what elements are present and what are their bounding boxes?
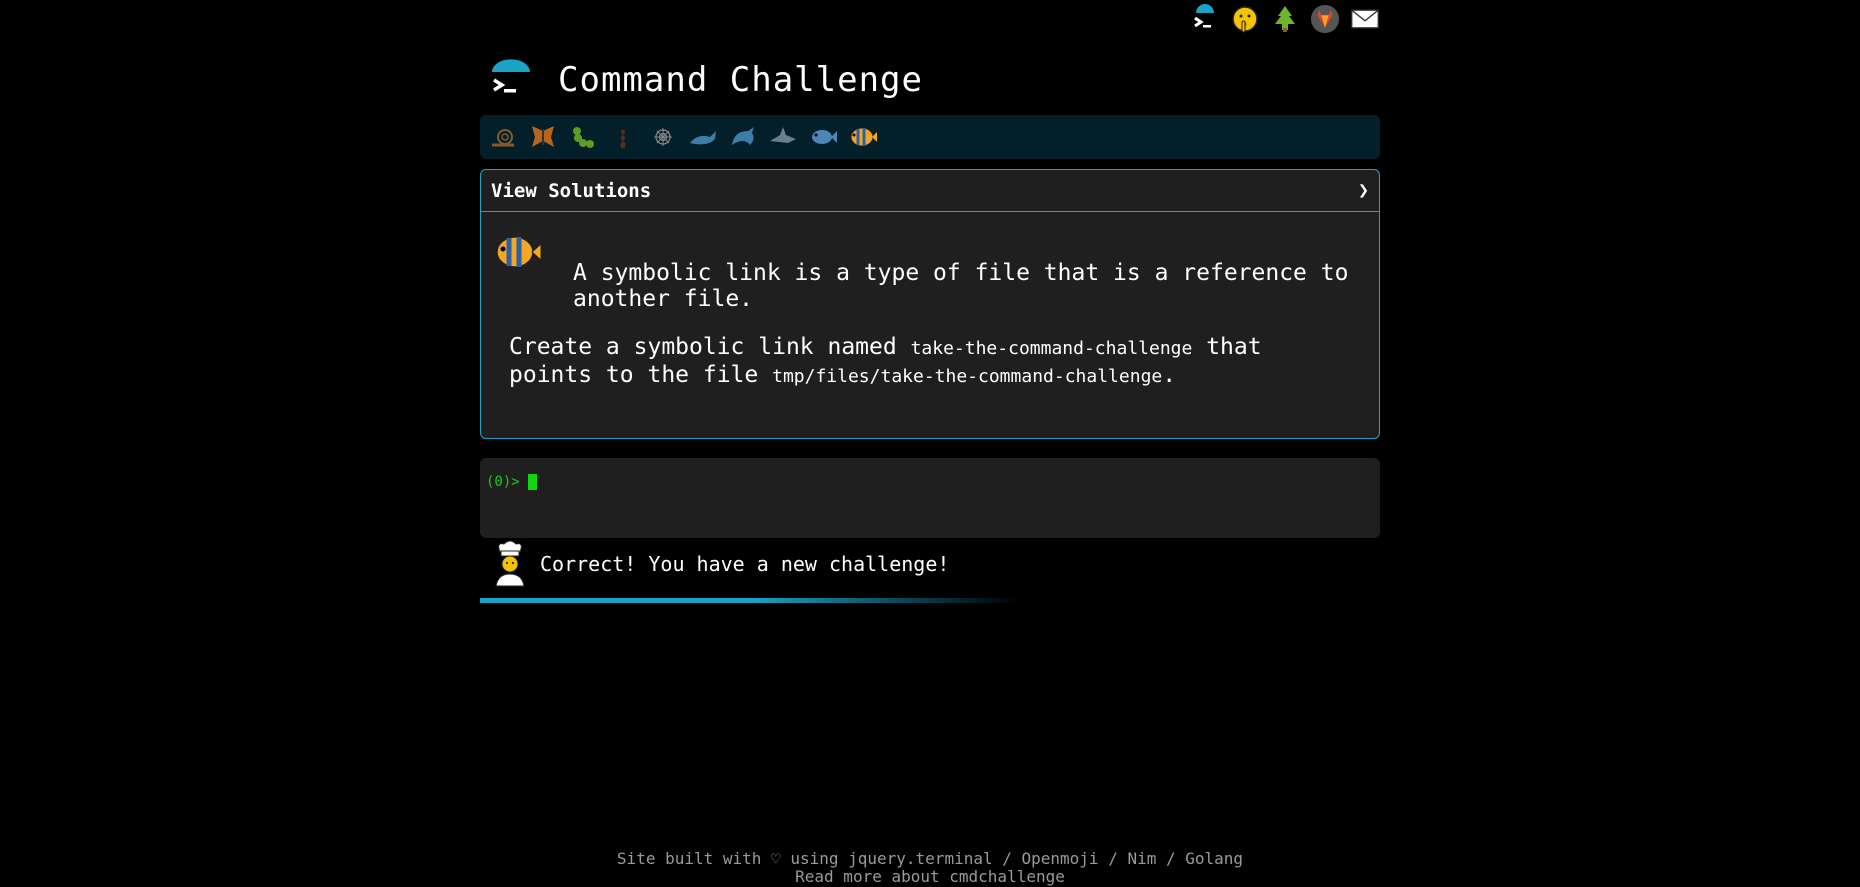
- task-prefix: Create a symbolic link named: [509, 334, 911, 360]
- chevron-right-icon: ❯: [1358, 180, 1369, 201]
- tropical-fish-icon[interactable]: [848, 122, 878, 152]
- logo-icon[interactable]: [488, 58, 532, 102]
- shushing-face-icon[interactable]: [1230, 4, 1260, 34]
- task-suffix: .: [1162, 362, 1177, 388]
- status-message: Correct! You have a new challenge!: [492, 540, 949, 588]
- terminal-prompt: (0)>: [486, 474, 537, 490]
- top-icon-bar: [1190, 4, 1380, 34]
- challenge-task: Create a symbolic link named take-the-co…: [509, 334, 1329, 390]
- code-target-path: tmp/files/take-the-command-challenge: [772, 366, 1163, 387]
- footer: Site built with ♡ using jquery.terminal …: [0, 850, 1860, 886]
- footer-credits: Site built with ♡ using jquery.terminal …: [616, 849, 1244, 868]
- gitlab-icon[interactable]: [1310, 4, 1340, 34]
- fish-icon[interactable]: [808, 122, 838, 152]
- challenge-body: A symbolic link is a type of file that i…: [481, 212, 1379, 438]
- butterfly-icon[interactable]: [528, 122, 558, 152]
- spider-icon[interactable]: [648, 122, 678, 152]
- mail-icon[interactable]: [1350, 4, 1380, 34]
- level-bar: [480, 115, 1380, 159]
- ant-icon[interactable]: [608, 122, 638, 152]
- status-message-text: Correct! You have a new challenge!: [540, 552, 950, 576]
- prompt-text: (0)>: [486, 474, 520, 490]
- read-more-link[interactable]: Read more about cmdchallenge: [795, 867, 1065, 886]
- view-solutions-toggle[interactable]: View Solutions ❯: [481, 170, 1379, 212]
- chef-icon: [492, 540, 528, 588]
- tropical-fish-icon: [493, 226, 543, 274]
- tree-icon[interactable]: [1270, 4, 1300, 34]
- caterpillar-icon[interactable]: [568, 122, 598, 152]
- terminal-icon[interactable]: [1190, 4, 1220, 34]
- dolphin-icon[interactable]: [728, 122, 758, 152]
- whale-icon[interactable]: [688, 122, 718, 152]
- challenge-panel: View Solutions ❯ A symbolic link is a ty…: [480, 169, 1380, 439]
- view-solutions-label: View Solutions: [491, 179, 652, 202]
- progress-bar: [480, 598, 1380, 603]
- header: Command Challenge: [480, 50, 923, 110]
- snail-icon[interactable]: [488, 122, 518, 152]
- code-link-name: take-the-command-challenge: [910, 338, 1193, 359]
- terminal[interactable]: (0)>: [480, 458, 1380, 538]
- page-title: Command Challenge: [558, 60, 923, 100]
- terminal-cursor: [527, 474, 537, 490]
- shark-icon[interactable]: [768, 122, 798, 152]
- challenge-description: A symbolic link is a type of file that i…: [573, 260, 1349, 312]
